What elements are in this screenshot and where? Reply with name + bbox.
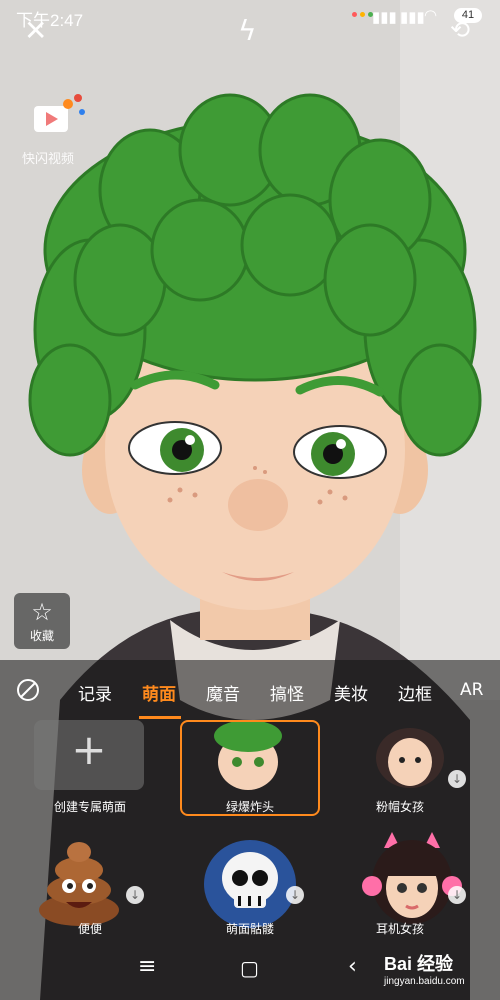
- wifi-icon: ◠: [424, 7, 438, 24]
- effect-label: 萌面骷髅: [225, 922, 274, 936]
- poop-emoji-icon: [39, 842, 119, 926]
- download-icon[interactable]: ↓: [448, 886, 466, 904]
- effect-skull[interactable]: ↓ 萌面骷髅: [170, 830, 330, 940]
- tab-funny[interactable]: 搞怪: [270, 680, 304, 705]
- baidu-jingyan-watermark: Bai 经验 jingyan.baidu.com: [384, 950, 465, 987]
- flash-icon[interactable]: ϟ: [238, 14, 256, 47]
- signal-icon: ▮▮▮: [400, 9, 425, 26]
- effect-label: 耳机女孩: [375, 922, 424, 936]
- tab-cute-face[interactable]: 萌面: [142, 680, 176, 705]
- home-icon[interactable]: ▢: [240, 956, 259, 980]
- watermark-brand: Bai 经验: [384, 954, 454, 974]
- thumb: +: [34, 720, 144, 790]
- notification-dots: [352, 12, 373, 17]
- active-tab-indicator: [139, 716, 181, 719]
- signal-icon: ▮▮▮: [372, 9, 397, 26]
- no-effect-icon[interactable]: [16, 678, 40, 702]
- close-icon[interactable]: ✕: [24, 14, 47, 47]
- download-icon[interactable]: ↓: [286, 886, 304, 904]
- green-afro-thumbnail: [214, 720, 282, 790]
- tab-frame[interactable]: 边框: [398, 680, 432, 705]
- effect-label: 便便: [77, 922, 102, 936]
- favorite-label: 收藏: [29, 629, 54, 643]
- plus-icon: +: [71, 725, 107, 774]
- back-icon[interactable]: ‹: [348, 954, 357, 979]
- effect-label: 创建专属萌面: [53, 800, 126, 814]
- tab-makeup[interactable]: 美妆: [334, 680, 368, 705]
- effect-headphone-girl[interactable]: ↓ 耳机女孩: [340, 830, 500, 940]
- effects-tabs: 记录 萌面 魔音 搞怪 美妆 边框 AR: [0, 660, 500, 720]
- effect-poop[interactable]: ↓ 便便: [0, 830, 170, 940]
- camera-flip-icon[interactable]: ⟲: [450, 16, 470, 44]
- app-shortcut[interactable]: [24, 92, 90, 146]
- download-icon[interactable]: ↓: [126, 886, 144, 904]
- tab-voice[interactable]: 魔音: [206, 680, 240, 705]
- app-shortcut-label: 快闪视频: [22, 152, 75, 167]
- tab-ar[interactable]: AR: [460, 680, 483, 700]
- download-icon[interactable]: ↓: [448, 770, 466, 788]
- watermark-url: jingyan.baidu.com: [384, 976, 465, 987]
- headphone-girl-icon: [362, 832, 462, 924]
- video-clip-icon: [34, 94, 85, 132]
- pink-hat-girl-thumbnail: [376, 728, 444, 788]
- menu-icon[interactable]: ≡: [138, 954, 156, 979]
- tab-record[interactable]: 记录: [78, 680, 112, 705]
- star-icon: ☆: [31, 598, 53, 626]
- effect-label: 粉帽女孩: [375, 800, 424, 814]
- effect-label: 绿爆炸头: [225, 800, 274, 814]
- blue-skull-icon: [204, 840, 296, 928]
- favorite-button[interactable]: ☆ 收藏: [14, 593, 70, 649]
